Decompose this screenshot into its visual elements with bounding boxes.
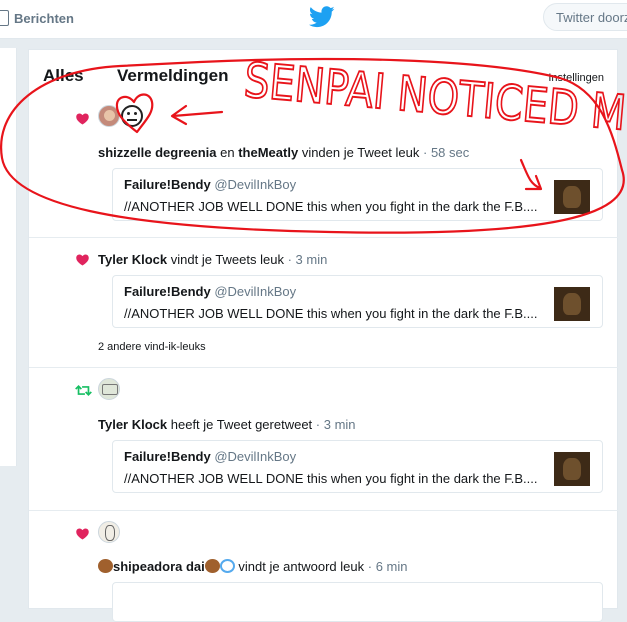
avatar[interactable] [98, 378, 120, 400]
avatar[interactable] [98, 521, 120, 543]
envelope-icon [0, 10, 9, 26]
quoted-tweet[interactable]: Failure!Bendy @DevilInkBoy //ANOTHER JOB… [112, 168, 603, 221]
left-sidebar-card [0, 48, 17, 466]
tweet-author-name: Failure!Bendy [124, 177, 211, 192]
heart-icon [76, 528, 89, 540]
tweet-image-thumbnail[interactable] [554, 287, 590, 321]
tweet-author-handle: @DevilInkBoy [214, 177, 297, 192]
avatar[interactable] [121, 105, 143, 127]
tab-mentions[interactable]: Vermeldingen [117, 66, 228, 86]
user-link[interactable]: shizzelle degreenia [98, 145, 217, 160]
other-likes-link[interactable]: 2 andere vind-ik-leuks [98, 341, 206, 353]
tweet-image-thumbnail[interactable] [554, 180, 590, 214]
messages-label: Berichten [14, 10, 74, 26]
tweet-author-handle: @DevilInkBoy [214, 449, 297, 464]
user-link[interactable]: Tyler Klock [98, 252, 167, 267]
quoted-tweet[interactable] [112, 582, 603, 622]
notification-item[interactable]: shizzelle degreenia en theMeatly vinden … [29, 95, 619, 238]
retweet-icon [75, 385, 92, 396]
messages-nav[interactable]: Berichten [0, 9, 74, 27]
notification-item[interactable]: shipeadora dai vindt je antwoord leuk · … [29, 510, 619, 622]
notification-item[interactable]: Tyler Klock heeft je Tweet geretweet · 3… [29, 367, 619, 511]
bear-emoji-icon [98, 559, 113, 573]
heart-icon [76, 113, 89, 125]
timestamp[interactable]: · 3 min [316, 417, 356, 432]
timestamp[interactable]: · 58 sec [423, 145, 469, 160]
tweet-author-name: Failure!Bendy [124, 449, 211, 464]
notification-text: shipeadora dai vindt je antwoord leuk · … [98, 559, 407, 574]
tweet-author-name: Failure!Bendy [124, 284, 211, 299]
tweet-text: //ANOTHER JOB WELL DONE this when you fi… [124, 306, 538, 321]
timestamp[interactable]: · 6 min [368, 559, 408, 574]
tweet-text: //ANOTHER JOB WELL DONE this when you fi… [124, 199, 538, 214]
user-link[interactable]: Tyler Klock [98, 417, 167, 432]
heart-icon [76, 254, 89, 266]
quoted-tweet[interactable]: Failure!Bendy @DevilInkBoy //ANOTHER JOB… [112, 275, 603, 328]
notification-item[interactable]: Tyler Klock vindt je Tweets leuk · 3 min… [29, 237, 619, 368]
top-bar: Berichten Twitter doorzoeken [0, 0, 627, 39]
notification-text: Tyler Klock heeft je Tweet geretweet · 3… [98, 417, 356, 432]
bear-emoji-icon [204, 559, 220, 573]
settings-link[interactable]: Instellingen [548, 72, 604, 84]
headphones-emoji-icon [219, 559, 235, 573]
tweet-text: //ANOTHER JOB WELL DONE this when you fi… [124, 471, 538, 486]
notification-text: Tyler Klock vindt je Tweets leuk · 3 min [98, 252, 328, 267]
timestamp[interactable]: · 3 min [288, 252, 328, 267]
user-link[interactable]: theMeatly [238, 145, 298, 160]
quoted-tweet[interactable]: Failure!Bendy @DevilInkBoy //ANOTHER JOB… [112, 440, 603, 493]
search-input[interactable]: Twitter doorzoeken [543, 3, 627, 31]
notification-text: shizzelle degreenia en theMeatly vinden … [98, 145, 470, 160]
tab-all[interactable]: Alles [43, 66, 84, 86]
twitter-bird-icon[interactable] [309, 6, 335, 28]
notifications-panel: Alles Vermeldingen Instellingen shizzell… [28, 49, 619, 622]
user-link[interactable]: shipeadora dai [113, 559, 205, 574]
avatar[interactable] [98, 105, 120, 127]
tweet-author-handle: @DevilInkBoy [214, 284, 297, 299]
tweet-image-thumbnail[interactable] [554, 452, 590, 486]
